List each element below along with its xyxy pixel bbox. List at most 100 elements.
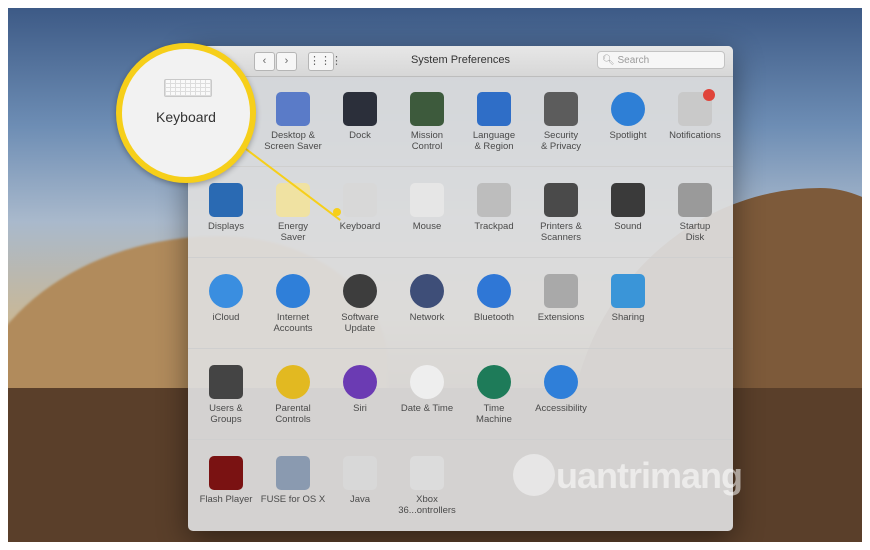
pane-row: Displays Energy Saver Keyboard Mouse Trackpa…: [188, 167, 733, 258]
pane-energy-saver[interactable]: Energy Saver: [260, 183, 326, 243]
pane-label: Desktop & Screen Saver: [264, 130, 322, 152]
pane-trackpad[interactable]: Trackpad: [461, 183, 527, 232]
pane-label: Time Machine: [476, 403, 512, 425]
pane-flash-player[interactable]: Flash Player: [193, 456, 259, 505]
lightbulb-icon: [513, 454, 555, 496]
callout-label: Keyboard: [156, 109, 216, 125]
pane-label: Extensions: [537, 312, 585, 323]
search-input[interactable]: 🔍︎ Search: [597, 51, 725, 69]
pane-bluetooth[interactable]: Bluetooth: [461, 274, 527, 323]
pane-security-privacy[interactable]: Security & Privacy: [528, 92, 594, 152]
pane-users-groups[interactable]: Users & Groups: [193, 365, 259, 425]
pane-accessibility[interactable]: Accessibility: [528, 365, 594, 414]
notifications-icon: [678, 89, 715, 126]
pane-row: GeneralDesktop & Screen SaverDockMission…: [188, 76, 733, 167]
pane-siri[interactable]: Siri: [327, 365, 393, 414]
internet-accounts-icon: [276, 274, 310, 308]
accessibility-icon: [544, 365, 578, 399]
flash-player-icon: [209, 456, 243, 490]
displays-icon: [209, 183, 243, 217]
pane-label: Flash Player: [199, 494, 253, 505]
pane-printers-scanners[interactable]: Printers & Scanners: [528, 183, 594, 243]
pane-startup-disk[interactable]: Startup Disk: [662, 183, 728, 243]
pane-software-update[interactable]: Software Update: [327, 274, 393, 334]
pane-fuse[interactable]: FUSE for OS X: [260, 456, 326, 505]
keyboard-icon: [343, 183, 377, 217]
pane-row: Users & Groups Parental Controls Siri Date …: [188, 349, 733, 440]
pane-label: Users & Groups: [209, 403, 243, 425]
users-groups-icon: [209, 365, 243, 399]
pane-parental-controls[interactable]: Parental Controls: [260, 365, 326, 425]
pane-language-region[interactable]: Language & Region: [461, 92, 527, 152]
pane-label: Printers & Scanners: [540, 221, 582, 243]
pane-label: Xbox 36...ontrollers: [398, 494, 456, 516]
pane-label: Bluetooth: [473, 312, 515, 323]
pane-label: Mission Control: [410, 130, 444, 152]
callout-dot: [333, 208, 341, 216]
pane-label: Keyboard: [339, 221, 381, 232]
pane-label: Spotlight: [609, 130, 647, 141]
date-time-icon: [410, 365, 444, 399]
bluetooth-icon: [477, 274, 511, 308]
pane-desktop-screensaver[interactable]: Desktop & Screen Saver: [260, 92, 326, 152]
trackpad-icon: [477, 183, 511, 217]
sharing-icon: [611, 274, 645, 308]
printers-scanners-icon: [544, 183, 578, 217]
desktop-screensaver-icon: [276, 92, 310, 126]
pane-label: Parental Controls: [275, 403, 311, 425]
pane-label: Sound: [614, 221, 642, 232]
pane-displays[interactable]: Displays: [193, 183, 259, 232]
pane-label: Energy Saver: [277, 221, 309, 243]
pane-label: Siri: [353, 403, 367, 414]
pane-label: Notifications: [669, 130, 721, 141]
spotlight-icon: [611, 92, 645, 126]
pane-label: Accessibility: [535, 403, 587, 414]
software-update-icon: [343, 274, 377, 308]
pane-label: Security & Privacy: [540, 130, 582, 152]
fuse-icon: [276, 456, 310, 490]
pane-row: iCloud Internet Accounts Software Update Ne…: [188, 258, 733, 349]
xbox-controllers-icon: [410, 456, 444, 490]
pane-java[interactable]: Java: [327, 456, 393, 505]
dock-icon: [343, 92, 377, 126]
startup-disk-icon: [678, 183, 712, 217]
security-privacy-icon: [544, 92, 578, 126]
watermark: uantrimang: [556, 455, 743, 496]
pane-label: Displays: [208, 221, 244, 232]
pane-label: Trackpad: [474, 221, 514, 232]
pane-icloud[interactable]: iCloud: [193, 274, 259, 323]
mission-control-icon: [410, 92, 444, 126]
pane-label: Dock: [349, 130, 371, 141]
desktop-background: ‹ › ⋮⋮⋮ System Preferences 🔍︎ Search Gen…: [8, 8, 862, 542]
pane-mission-control[interactable]: Mission Control: [394, 92, 460, 152]
sound-icon: [611, 183, 645, 217]
pane-spotlight[interactable]: Spotlight: [595, 92, 661, 141]
pane-internet-accounts[interactable]: Internet Accounts: [260, 274, 326, 334]
mouse-icon: [410, 183, 444, 217]
siri-icon: [343, 365, 377, 399]
icloud-icon: [209, 274, 243, 308]
pane-extensions[interactable]: Extensions: [528, 274, 594, 323]
pane-sound[interactable]: Sound: [595, 183, 661, 232]
java-icon: [343, 456, 377, 490]
parental-controls-icon: [276, 365, 310, 399]
pane-label: Startup Disk: [679, 221, 711, 243]
pane-date-time[interactable]: Date & Time: [394, 365, 460, 414]
pane-time-machine[interactable]: Time Machine: [461, 365, 527, 425]
keyboard-callout: Keyboard: [116, 43, 256, 183]
pane-label: Network: [409, 312, 445, 323]
keyboard-icon: [164, 79, 212, 97]
pane-label: Date & Time: [400, 403, 454, 414]
search-placeholder: Search: [617, 55, 650, 66]
pane-sharing[interactable]: Sharing: [595, 274, 661, 323]
pane-dock[interactable]: Dock: [327, 92, 393, 141]
language-region-icon: [477, 92, 511, 126]
pane-xbox-controllers[interactable]: Xbox 36...ontrollers: [394, 456, 460, 516]
pane-mouse[interactable]: Mouse: [394, 183, 460, 232]
extensions-icon: [544, 274, 578, 308]
pane-network[interactable]: Network: [394, 274, 460, 323]
time-machine-icon: [477, 365, 511, 399]
network-icon: [410, 274, 444, 308]
pane-label: Java: [349, 494, 371, 505]
pane-notifications[interactable]: Notifications: [662, 89, 728, 141]
